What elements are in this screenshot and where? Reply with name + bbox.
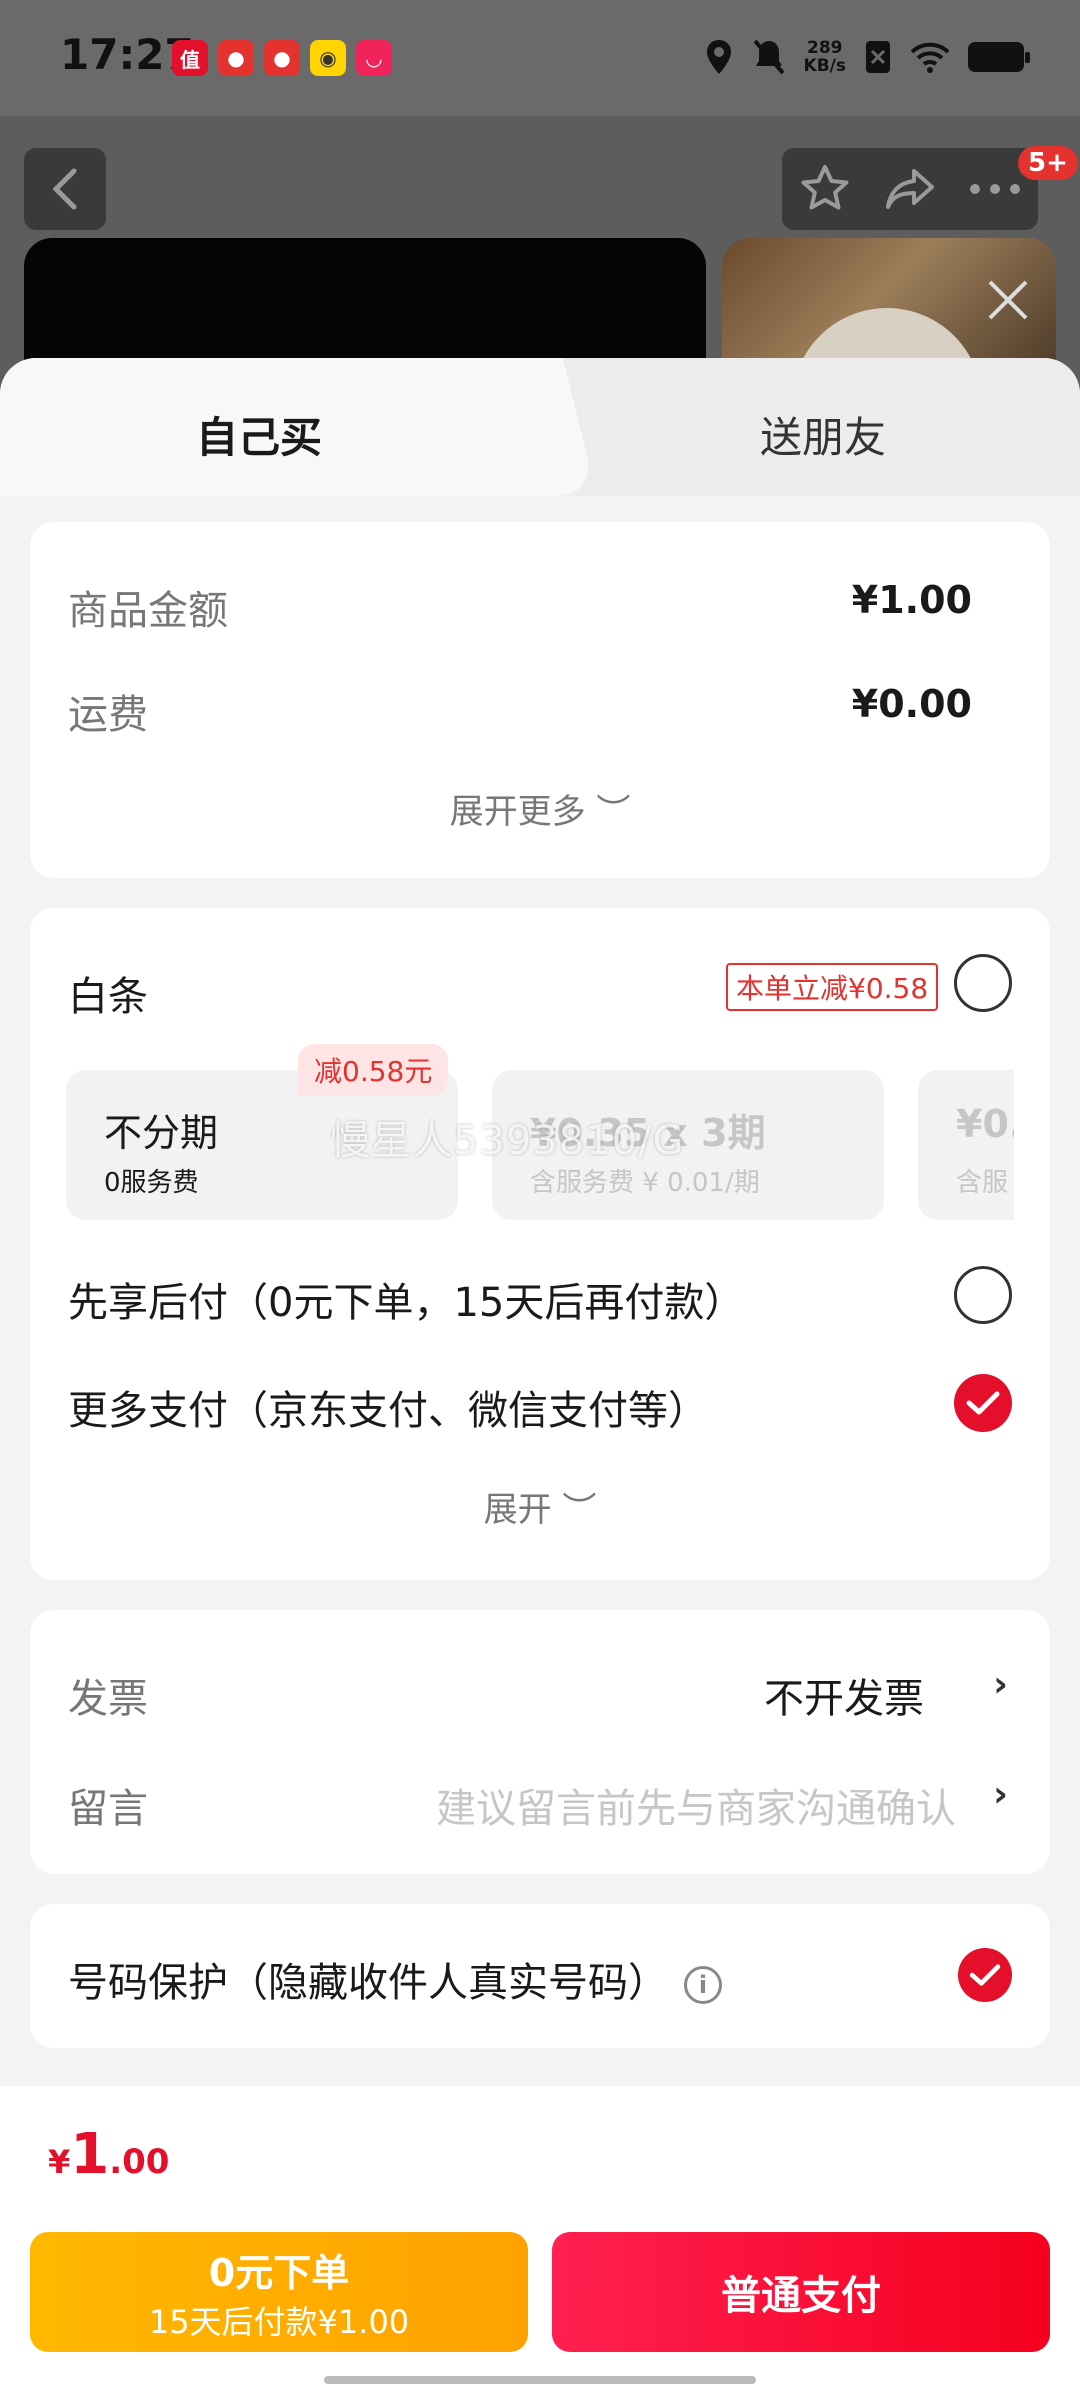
home-indicator[interactable] (324, 2376, 756, 2384)
more-payment-label[interactable]: 更多支付（京东支付、微信支付等） (68, 1378, 708, 1436)
shipping-value: ¥0.00 (851, 682, 972, 726)
payment-method-card: 白条 本单立减¥0.58 不分期 0服务费 减0.58元 ¥0.35 x 3期 … (30, 908, 1050, 1580)
shipping-label: 运费 (68, 692, 148, 738)
pay-later-button-line2: 15天后付款¥1.00 (148, 2302, 410, 2341)
checkout-sheet: 自己买 送朋友 商品金额 ¥1.00 运费 ¥0.00 展开更多 ︶ 白条 本单… (0, 358, 1080, 2388)
plan-subtitle: 含服务费 ¥ 0.01/期 (530, 1168, 760, 1198)
expand-more-button[interactable]: 展开更多 ︶ (390, 784, 690, 833)
battery-icon (968, 42, 1030, 72)
app-icon-pink: ◡ (356, 40, 392, 76)
baitiao-promo-tag: 本单立减¥0.58 (726, 963, 939, 1011)
info-icon[interactable]: i (684, 1966, 722, 2004)
expand-payment-button[interactable]: 展开 ︶ (390, 1482, 690, 1531)
status-bar: 17:27 值 ● ● ◉ ◡ 289 KB/s (0, 0, 1080, 116)
number-protection-checkbox[interactable] (958, 1948, 1012, 2002)
net-speed-unit: KB/s (803, 56, 846, 76)
share-icon[interactable] (884, 165, 936, 213)
mute-icon (753, 39, 785, 75)
number-protection-label: 号码保护（隐藏收件人真实号码） (68, 1960, 668, 2006)
app-icon-red-2: ● (264, 40, 300, 76)
message-label: 留言 (68, 1786, 148, 1832)
more-icon[interactable] (969, 183, 1021, 195)
sim-x-icon (866, 41, 890, 73)
plan-title: 不分期 (104, 1111, 219, 1155)
watermark-text: 慢星人5393810/G (330, 1118, 685, 1164)
more-payment-radio[interactable] (954, 1374, 1012, 1432)
pay-later-label[interactable]: 先享后付（0元下单，15天后再付款） (68, 1270, 744, 1328)
status-right: 289 KB/s (704, 38, 1030, 76)
goods-amount-label: 商品金额 (68, 588, 228, 634)
number-protection-card: 号码保护（隐藏收件人真实号码） i (30, 1904, 1050, 2048)
check-icon (966, 1391, 1000, 1415)
pay-later-button[interactable]: 0元下单 15天后付款¥1.00 (30, 2232, 528, 2352)
pay-later-radio[interactable] (954, 1266, 1012, 1324)
purchase-tabs: 自己买 送朋友 (0, 358, 1080, 496)
pay-later-button-line1: 0元下单 (208, 2250, 350, 2295)
back-button[interactable] (24, 148, 106, 230)
message-placeholder[interactable]: 建议留言前先与商家沟通确认 (436, 1776, 956, 1834)
star-icon[interactable] (799, 163, 851, 215)
tab-send-friend-label[interactable]: 送朋友 (760, 404, 886, 465)
total-decimal: .00 (109, 2142, 170, 2182)
app-icon-red-1: ● (218, 40, 254, 76)
plan-more-installments[interactable]: ¥0. 含服 (918, 1070, 1014, 1220)
chevron-left-icon (52, 168, 77, 210)
wifi-icon (910, 42, 950, 73)
discount-badge: 减0.58元 (298, 1044, 449, 1096)
close-icon (988, 280, 1028, 320)
notification-icons: 值 ● ● ◉ ◡ (172, 40, 392, 76)
invoice-message-card: 发票 不开发票 › 留言 建议留言前先与商家沟通确认 › (30, 1610, 1050, 1874)
goods-amount-value: ¥1.00 (851, 578, 972, 622)
close-sheet-button[interactable] (978, 270, 1038, 330)
total-currency: ¥ (48, 2143, 71, 2181)
total-integer: 1 (70, 2122, 110, 2187)
message-chevron-icon[interactable]: › (993, 1774, 1008, 1815)
baitiao-radio[interactable] (954, 954, 1012, 1012)
net-speed: 289 KB/s (804, 39, 846, 75)
check-icon (969, 1964, 1001, 1986)
invoice-value[interactable]: 不开发票 (764, 1666, 924, 1724)
number-protection-row: 号码保护（隐藏收件人真实号码） i (68, 1950, 722, 2008)
invoice-label: 发票 (68, 1676, 148, 1722)
total-price: ¥1.00 (48, 2122, 169, 2187)
plan-subtitle: 含服 (956, 1168, 1009, 1198)
plan-title: ¥0. (956, 1102, 1014, 1146)
baitiao-label: 白条 (68, 974, 148, 1020)
price-summary-card: 商品金额 ¥1.00 运费 ¥0.00 展开更多 ︶ (30, 522, 1050, 878)
location-icon (706, 40, 731, 74)
invoice-chevron-icon[interactable]: › (993, 1664, 1008, 1705)
normal-pay-label: 普通支付 (721, 2273, 881, 2319)
app-icon-zhi: 值 (172, 40, 208, 76)
normal-pay-button[interactable]: 普通支付 (552, 2232, 1050, 2352)
notification-badge: 5+ (1018, 146, 1078, 180)
net-speed-value: 289 (807, 38, 843, 58)
checkout-bar: ¥1.00 0元下单 15天后付款¥1.00 普通支付 (0, 2086, 1080, 2388)
app-icon-yellow: ◉ (310, 40, 346, 76)
plan-subtitle: 0服务费 (104, 1168, 199, 1198)
top-actions (782, 148, 1038, 230)
tab-self-buy-label[interactable]: 自己买 (196, 404, 322, 465)
